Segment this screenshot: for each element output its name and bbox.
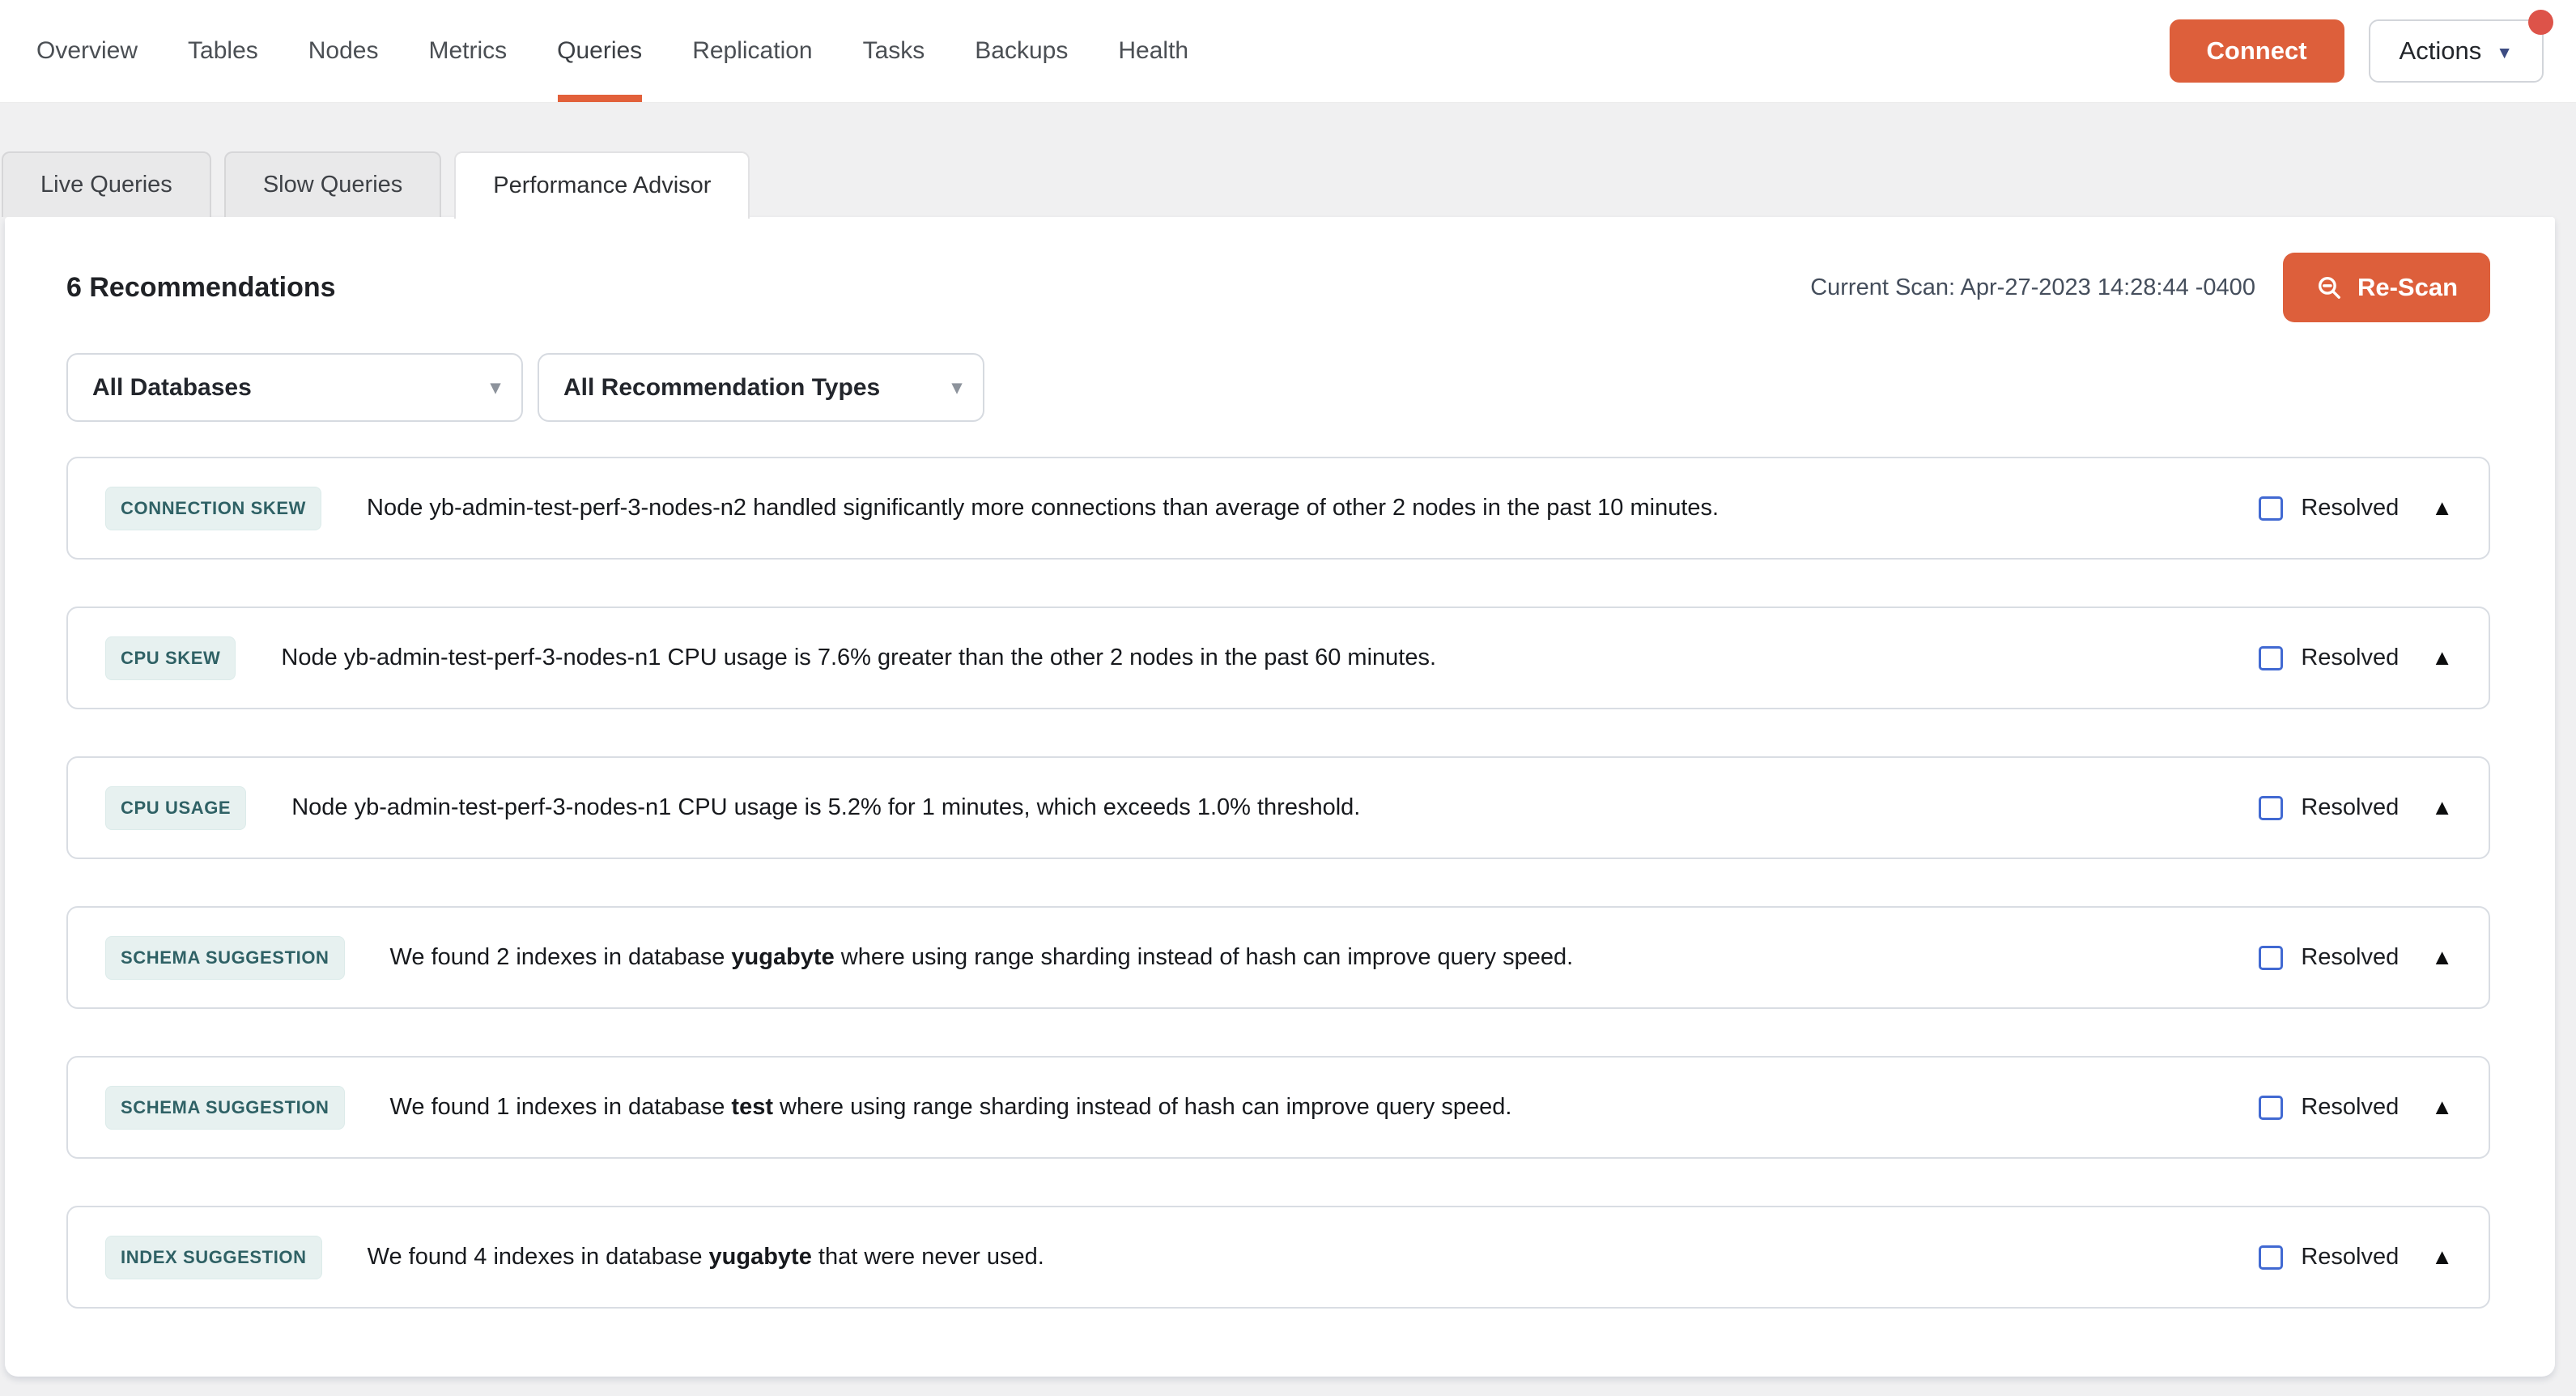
resolved-checkbox[interactable] (2259, 1096, 2283, 1120)
text-fragment: We found 4 indexes in database (368, 1244, 709, 1270)
recommendation-text: Node yb-admin-test-perf-3-nodes-n1 CPU u… (291, 794, 1360, 821)
recommendation-card-connection-skew[interactable]: CONNECTION SKEW Node yb-admin-test-perf-… (66, 457, 2490, 560)
resolved-label: Resolved (2301, 1244, 2399, 1270)
text-fragment: where using range sharding instead of ha… (773, 1094, 1511, 1120)
text-fragment: We found 1 indexes in database (390, 1094, 732, 1120)
search-icon (2315, 274, 2343, 301)
notification-dot (2528, 10, 2553, 35)
rescan-button-label: Re-Scan (2357, 273, 2458, 302)
nav-item-replication[interactable]: Replication (667, 0, 837, 102)
nav-item-tables[interactable]: Tables (163, 0, 283, 102)
actions-dropdown-button[interactable]: Actions ▼ (2369, 19, 2544, 83)
database-filter-dropdown[interactable]: All Databases ▾ (66, 353, 523, 422)
collapse-arrow-icon[interactable]: ▲ (2431, 1246, 2453, 1268)
text-fragment: that were never used. (812, 1244, 1044, 1270)
nav-item-tasks[interactable]: Tasks (838, 0, 950, 102)
resolved-label: Resolved (2301, 1094, 2399, 1121)
performance-advisor-panel: 6 Recommendations Current Scan: Apr-27-2… (5, 217, 2555, 1377)
collapse-arrow-icon[interactable]: ▲ (2431, 1096, 2453, 1118)
nav-item-queries[interactable]: Queries (532, 0, 667, 102)
resolved-checkbox[interactable] (2259, 946, 2283, 970)
collapse-arrow-icon[interactable]: ▲ (2431, 947, 2453, 968)
text-fragment: Node yb-admin-test-perf-3-nodes-n2 handl… (367, 495, 1719, 521)
database-name: test (731, 1094, 773, 1120)
recommendation-text: We found 1 indexes in database test wher… (390, 1094, 1512, 1121)
recommendation-type-badge: CPU SKEW (105, 636, 236, 680)
recommendation-card-schema-suggestion-2[interactable]: SCHEMA SUGGESTION We found 1 indexes in … (66, 1056, 2490, 1159)
resolved-checkbox[interactable] (2259, 496, 2283, 521)
recommendation-type-badge: CPU USAGE (105, 786, 246, 830)
recommendation-text: We found 4 indexes in database yugabyte … (368, 1244, 1044, 1270)
connect-button[interactable]: Connect (2170, 19, 2344, 83)
database-name: yugabyte (709, 1244, 812, 1270)
nav-item-overview[interactable]: Overview (11, 0, 163, 102)
resolved-label: Resolved (2301, 794, 2399, 821)
card-controls: Resolved ▲ (2259, 645, 2453, 671)
navbar-actions: Connect Actions ▼ (2170, 19, 2544, 83)
nav-item-nodes[interactable]: Nodes (283, 0, 404, 102)
advisor-header: 6 Recommendations Current Scan: Apr-27-2… (66, 253, 2490, 322)
rescan-button[interactable]: Re-Scan (2283, 253, 2490, 322)
collapse-arrow-icon[interactable]: ▲ (2431, 647, 2453, 669)
recommendation-type-filter-value: All Recommendation Types (563, 374, 880, 402)
recommendation-card-index-suggestion[interactable]: INDEX SUGGESTION We found 4 indexes in d… (66, 1206, 2490, 1309)
recommendation-card-schema-suggestion-1[interactable]: SCHEMA SUGGESTION We found 2 indexes in … (66, 906, 2490, 1009)
chevron-down-icon: ▾ (936, 376, 962, 399)
card-controls: Resolved ▲ (2259, 1094, 2453, 1121)
recommendation-text: Node yb-admin-test-perf-3-nodes-n1 CPU u… (281, 645, 1436, 671)
collapse-arrow-icon[interactable]: ▲ (2431, 797, 2453, 819)
card-controls: Resolved ▲ (2259, 944, 2453, 971)
database-name: yugabyte (731, 944, 834, 970)
tab-live-queries[interactable]: Live Queries (2, 151, 211, 217)
resolved-label: Resolved (2301, 645, 2399, 671)
resolved-checkbox[interactable] (2259, 796, 2283, 820)
tab-slow-queries[interactable]: Slow Queries (224, 151, 441, 217)
nav-item-backups[interactable]: Backups (950, 0, 1093, 102)
queries-tabstrip: Live Queries Slow Queries Performance Ad… (2, 151, 2576, 217)
recommendation-card-cpu-usage[interactable]: CPU USAGE Node yb-admin-test-perf-3-node… (66, 756, 2490, 859)
chevron-down-icon: ▼ (2496, 41, 2513, 62)
tab-performance-advisor[interactable]: Performance Advisor (454, 151, 750, 219)
filter-row: All Databases ▾ All Recommendation Types… (66, 353, 2490, 422)
recommendation-type-badge: SCHEMA SUGGESTION (105, 1086, 345, 1130)
recommendation-text: Node yb-admin-test-perf-3-nodes-n2 handl… (367, 495, 1719, 521)
recommendation-type-badge: SCHEMA SUGGESTION (105, 936, 345, 980)
scan-controls: Current Scan: Apr-27-2023 14:28:44 -0400… (1810, 253, 2490, 322)
recommendation-card-cpu-skew[interactable]: CPU SKEW Node yb-admin-test-perf-3-nodes… (66, 606, 2490, 709)
recommendation-text: We found 2 indexes in database yugabyte … (390, 944, 1574, 971)
text-fragment: We found 2 indexes in database (390, 944, 732, 970)
recommendation-type-badge: INDEX SUGGESTION (105, 1236, 322, 1279)
recommendation-list: CONNECTION SKEW Node yb-admin-test-perf-… (66, 457, 2490, 1309)
text-fragment: Node yb-admin-test-perf-3-nodes-n1 CPU u… (281, 645, 1436, 670)
top-navbar: Overview Tables Nodes Metrics Queries Re… (0, 0, 2576, 103)
resolved-label: Resolved (2301, 495, 2399, 521)
resolved-label: Resolved (2301, 944, 2399, 971)
recommendation-type-badge: CONNECTION SKEW (105, 487, 321, 530)
card-controls: Resolved ▲ (2259, 1244, 2453, 1270)
current-scan-timestamp: Current Scan: Apr-27-2023 14:28:44 -0400 (1810, 275, 2255, 301)
collapse-arrow-icon[interactable]: ▲ (2431, 497, 2453, 519)
text-fragment: Node yb-admin-test-perf-3-nodes-n1 CPU u… (291, 794, 1360, 820)
database-filter-value: All Databases (92, 374, 252, 402)
text-fragment: where using range sharding instead of ha… (835, 944, 1573, 970)
chevron-down-icon: ▾ (474, 376, 500, 399)
resolved-checkbox[interactable] (2259, 646, 2283, 670)
card-controls: Resolved ▲ (2259, 794, 2453, 821)
main-nav: Overview Tables Nodes Metrics Queries Re… (11, 0, 1214, 102)
card-controls: Resolved ▲ (2259, 495, 2453, 521)
nav-item-health[interactable]: Health (1093, 0, 1214, 102)
nav-item-metrics[interactable]: Metrics (403, 0, 532, 102)
recommendations-count-heading: 6 Recommendations (66, 272, 336, 304)
resolved-checkbox[interactable] (2259, 1245, 2283, 1270)
actions-button-label: Actions (2400, 36, 2482, 66)
recommendation-type-filter-dropdown[interactable]: All Recommendation Types ▾ (538, 353, 984, 422)
